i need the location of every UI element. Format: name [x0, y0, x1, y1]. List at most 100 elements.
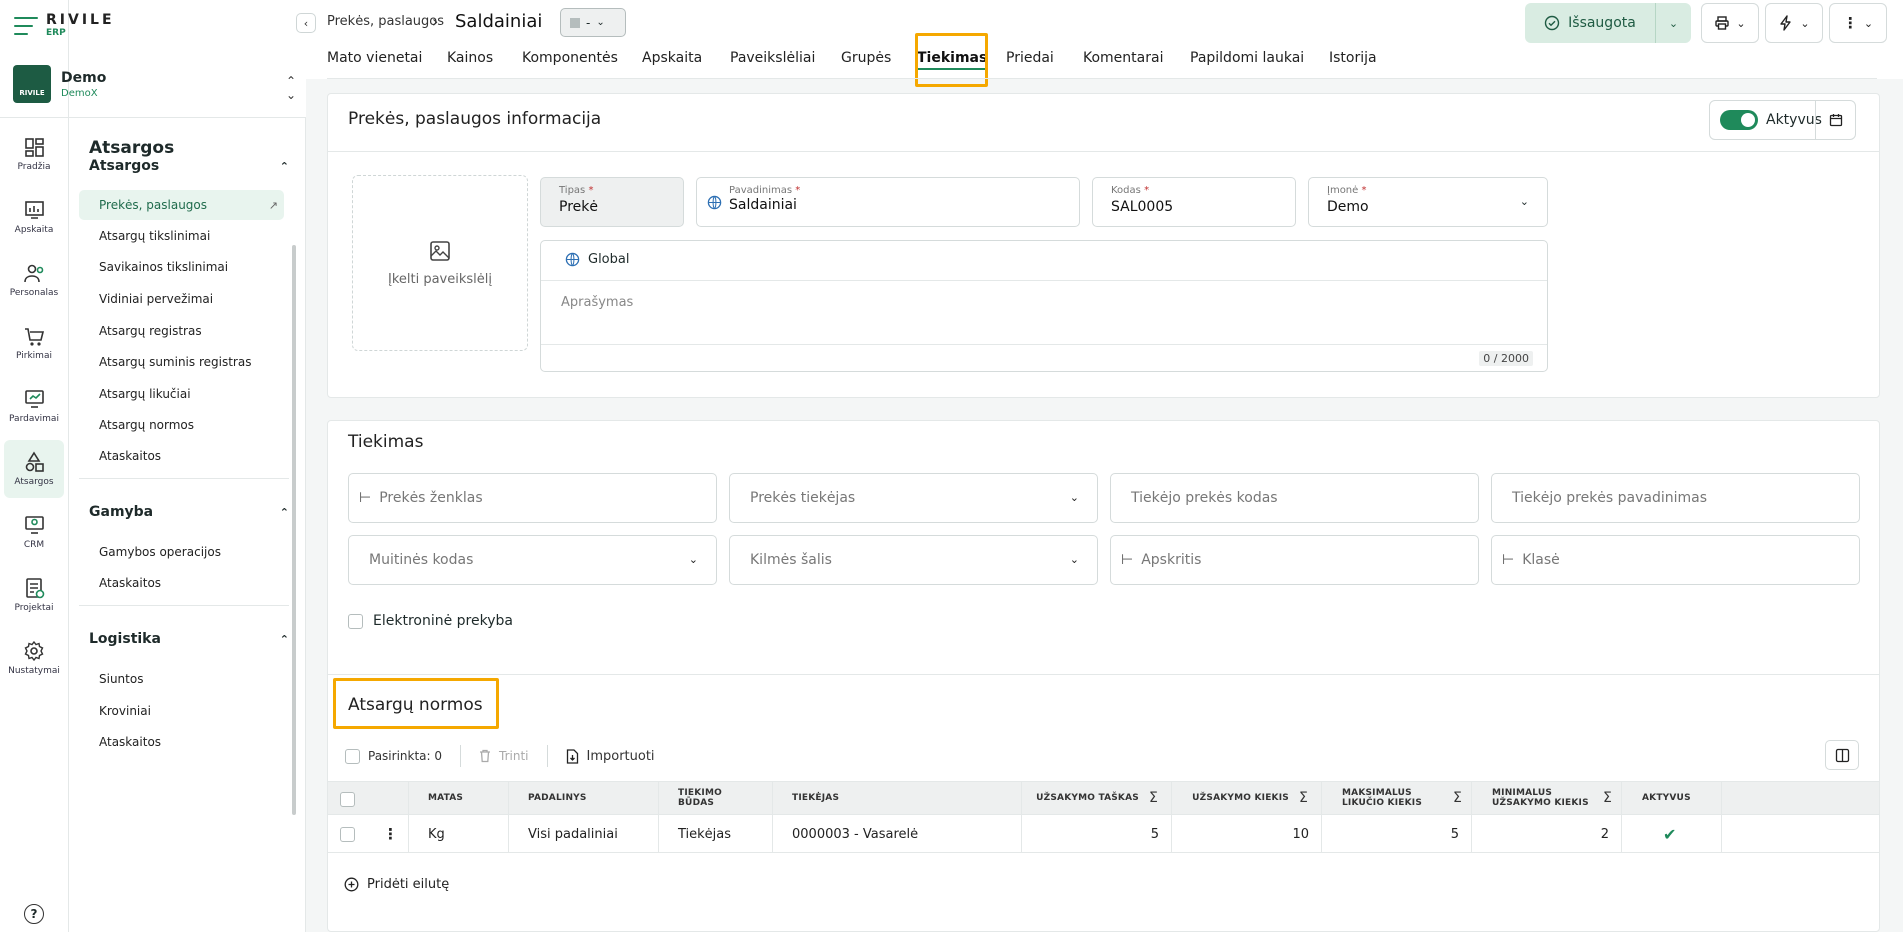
column-header[interactable]: UŽSAKYMO KIEKIS Σ: [1168, 782, 1308, 816]
tab-grup-s[interactable]: Grupės: [841, 50, 891, 66]
external-link-icon[interactable]: ↗: [269, 199, 278, 212]
tab-komentarai[interactable]: Komentarai: [1083, 50, 1163, 66]
divider: [408, 815, 409, 852]
sidebar-item[interactable]: Atsargų normos: [79, 410, 284, 440]
sidebar-item[interactable]: Ataskaitos: [79, 568, 284, 598]
rail-item-pirkimai[interactable]: Pirkimai: [4, 314, 64, 372]
company-field[interactable]: Įmonė * Demo ⌄: [1308, 177, 1548, 227]
header-checkbox[interactable]: [340, 792, 355, 807]
selected-count: Pasirinkta: 0: [368, 749, 443, 763]
ecommerce-checkbox[interactable]: Elektroninė prekyba: [348, 613, 513, 629]
checkbox[interactable]: [348, 613, 363, 629]
active-toggle[interactable]: [1720, 110, 1758, 130]
supply-field[interactable]: Muitinės kodas ⌄: [348, 535, 717, 585]
sidebar-item[interactable]: Gamybos operacijos: [79, 537, 284, 567]
description-input[interactable]: Aprašymas: [561, 295, 633, 310]
column-header[interactable]: TIEKĖJAS: [792, 782, 992, 816]
app: RIVILE ERP RIVILE Demo DemoX ⌃ ⌄ Pradžia A…: [0, 0, 1903, 932]
sidebar-group-gamyba[interactable]: Gamyba ⌃: [89, 504, 289, 520]
row-checkbox[interactable]: [340, 827, 355, 842]
rail-item-atsargos[interactable]: Atsargos: [4, 440, 64, 498]
sidebar-item[interactable]: Siuntos: [79, 664, 284, 694]
column-header[interactable]: MINIMALUS UŽSAKYMO KIEKIS Σ: [1492, 782, 1612, 816]
divider: [508, 815, 509, 852]
save-options-button[interactable]: ⌄: [1655, 3, 1691, 43]
sidebar-item[interactable]: Kroviniai: [79, 696, 284, 726]
divider: [658, 782, 659, 814]
rail-item-pradžia[interactable]: Pradžia: [4, 125, 64, 183]
supply-field[interactable]: Prekės tiekėjas ⌄: [729, 473, 1098, 523]
sidebar-item[interactable]: Ataskaitos: [79, 727, 284, 757]
rail-item-apskaita[interactable]: Apskaita: [4, 188, 64, 246]
sidebar-item[interactable]: Vidiniai pervežimai: [79, 284, 284, 314]
actions-button[interactable]: ⌄: [1765, 3, 1823, 43]
code-field[interactable]: Kodas * SAL0005: [1092, 177, 1296, 227]
rail-item-projektai[interactable]: Projektai: [4, 566, 64, 624]
logo[interactable]: RIVILE ERP: [14, 13, 115, 38]
name-field[interactable]: Pavadinimas * Saldainiai: [696, 177, 1080, 227]
divider: [1021, 815, 1022, 852]
save-button[interactable]: Išsaugota: [1525, 3, 1655, 43]
breadcrumb[interactable]: Prekės, paslaugos: [327, 14, 444, 29]
sum-icon[interactable]: Σ: [1299, 790, 1308, 806]
collapse-sidebar-button[interactable]: ‹: [296, 13, 316, 33]
sum-icon[interactable]: Σ: [1603, 790, 1612, 806]
supply-field[interactable]: ⊢ Prekės ženklas: [348, 473, 717, 523]
column-header-label: MAKSIMALUS LIKUČIO KIEKIS: [1342, 788, 1423, 808]
sidebar-group-atsargos[interactable]: Atsargos ⌃: [89, 158, 289, 174]
sidebar-item[interactable]: Savikainos tikslinimai: [79, 252, 284, 282]
import-button[interactable]: Importuoti: [566, 749, 655, 764]
rail-item-pardavimai[interactable]: Pardavimai: [4, 377, 64, 435]
more-button[interactable]: ⋮ ⌄: [1829, 3, 1887, 43]
tab-paveiksl-liai[interactable]: Paveikslėliai: [730, 50, 815, 66]
supply-field[interactable]: Tiekėjo prekės pavadinimas: [1491, 473, 1860, 523]
tab-papildomi-laukai[interactable]: Papildomi laukai: [1190, 50, 1304, 66]
delete-button[interactable]: Trinti: [479, 749, 529, 763]
rail-item-personalas[interactable]: Personalas: [4, 251, 64, 309]
supply-field[interactable]: ⊢ Klasė: [1491, 535, 1860, 585]
supply-field[interactable]: ⊢ Apskritis: [1110, 535, 1479, 585]
tab-istorija[interactable]: Istorija: [1329, 50, 1377, 66]
rail-item-crm[interactable]: CRM: [4, 503, 64, 561]
sidebar-item[interactable]: Prekės, paslaugos ↗: [79, 190, 284, 220]
rail-item-nustatymai[interactable]: Nustatymai: [4, 629, 64, 687]
tab-apskaita[interactable]: Apskaita: [642, 50, 702, 66]
type-field[interactable]: Tipas * Prekė: [540, 177, 684, 227]
sum-icon[interactable]: Σ: [1453, 790, 1462, 806]
select-all-checkbox[interactable]: [345, 748, 360, 764]
print-button[interactable]: ⌄: [1701, 3, 1759, 43]
column-header[interactable]: MAKSIMALUS LIKUČIO KIEKIS Σ: [1342, 782, 1462, 816]
sidebar-group-logistika[interactable]: Logistika ⌃: [89, 631, 289, 647]
column-header[interactable]: AKTYVUS: [1642, 782, 1702, 816]
language-selector[interactable]: Global: [565, 252, 629, 267]
tab-priedai[interactable]: Priedai: [1006, 50, 1054, 66]
sidebar-item-label: Vidiniai pervežimai: [99, 292, 214, 306]
supply-field[interactable]: Kilmės šalis ⌄: [729, 535, 1098, 585]
add-row-button[interactable]: Pridėti eilutę: [344, 877, 449, 892]
status-dropdown[interactable]: - ⌄: [560, 8, 626, 37]
column-header[interactable]: PADALINYS: [528, 782, 648, 816]
column-header[interactable]: MATAS: [428, 782, 508, 816]
supply-field[interactable]: Tiekėjo prekės kodas: [1110, 473, 1479, 523]
column-header[interactable]: TIEKIMO BŪDAS: [678, 782, 758, 816]
people-icon: [24, 264, 44, 283]
tab-komponent-s[interactable]: Komponentės: [522, 50, 618, 66]
column-header[interactable]: UŽSAKYMO TAŠKAS Σ: [1018, 782, 1158, 816]
tab-kainos[interactable]: Kainos: [447, 50, 493, 66]
table-row[interactable]: ⋮ Kg Visi padaliniai Tiekėjas 0000003 - Vasa…: [328, 815, 1879, 853]
columns-button[interactable]: [1825, 740, 1859, 770]
sidebar-item[interactable]: Ataskaitos: [79, 441, 284, 471]
sidebar-item[interactable]: Atsargų registras: [79, 316, 284, 346]
sum-icon[interactable]: Σ: [1149, 790, 1158, 806]
tab-mato-vienetai[interactable]: Mato vienetai: [327, 50, 422, 66]
calendar-button[interactable]: [1815, 101, 1855, 139]
sidebar-item[interactable]: Atsargų suminis registras: [79, 347, 284, 377]
company-switcher[interactable]: RIVILE Demo DemoX ⌃ ⌄: [13, 64, 296, 104]
sidebar-item[interactable]: Atsargų likučiai: [79, 379, 284, 409]
image-upload[interactable]: Įkelti paveikslėlį: [352, 175, 528, 351]
select-all[interactable]: Pasirinkta: 0: [345, 748, 443, 764]
sidebar-scrollbar[interactable]: [292, 245, 296, 815]
sidebar-item[interactable]: Atsargų tikslinimai: [79, 221, 284, 251]
row-menu-icon[interactable]: ⋮: [383, 815, 398, 853]
help-icon[interactable]: ?: [24, 904, 44, 924]
